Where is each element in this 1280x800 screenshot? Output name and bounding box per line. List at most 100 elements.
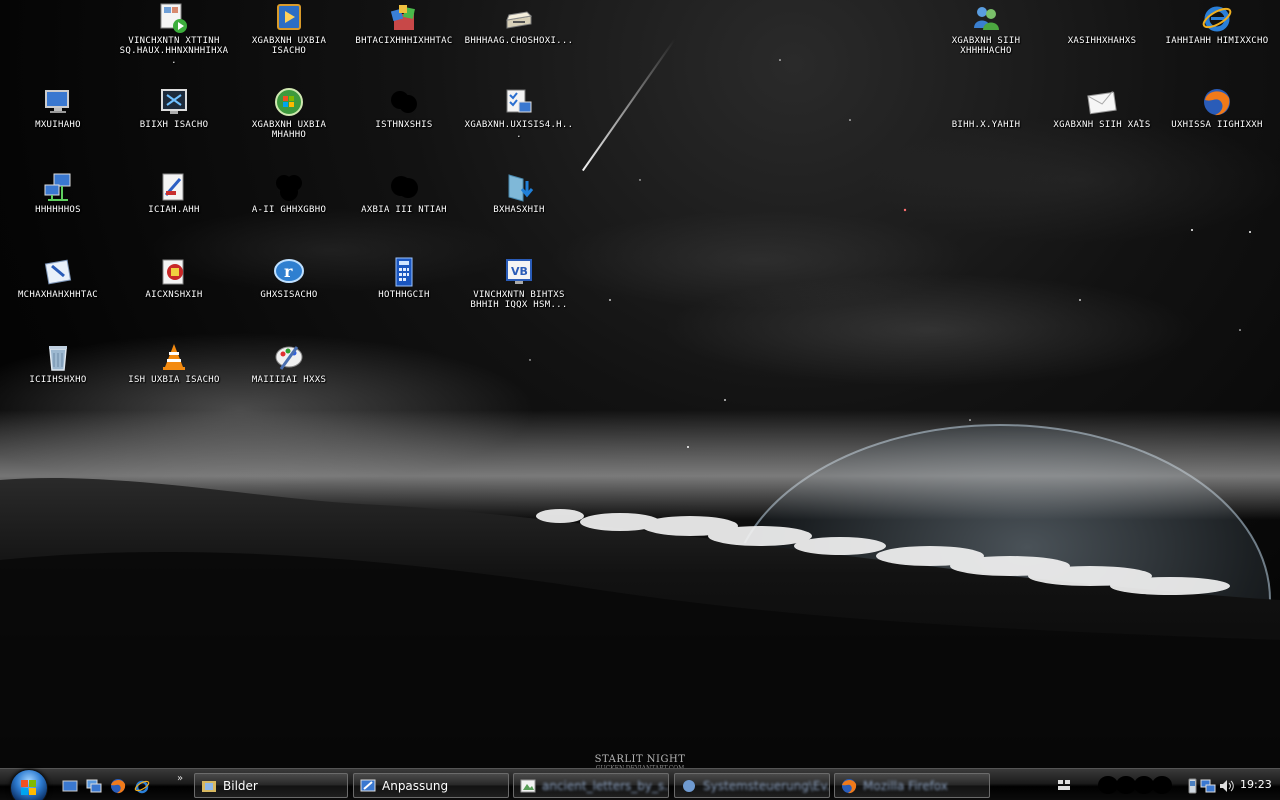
- desktop-icon[interactable]: ISTHNXSHIS: [348, 86, 460, 166]
- desktop-icon[interactable]: HHHHHHOS: [2, 171, 114, 251]
- taskbar: » Bilder Anpassung ancient_letters_by_s.…: [0, 768, 1280, 800]
- firefox-icon[interactable]: [110, 778, 126, 794]
- folder-icon: [202, 781, 216, 792]
- firefox-icon: [1201, 86, 1233, 118]
- start-button[interactable]: [10, 769, 48, 800]
- network-icon: [42, 171, 74, 203]
- contacts-icon: [970, 2, 1002, 34]
- desktop-icon[interactable]: AICXNSHXIH: [118, 256, 230, 336]
- desktop-icon[interactable]: VINCHXNTN XTTINH SQ.HAUX.HHNXNHHIHXA.: [118, 2, 230, 82]
- desktop-icon[interactable]: MCHAXHAHXHHTAC: [2, 256, 114, 336]
- desktop[interactable]: STARLIT NIGHT GUCKEN.DEVIANTART.COM VINC…: [0, 0, 1280, 800]
- visual-basic-icon: VB: [503, 256, 535, 288]
- desktop-icon[interactable]: XGABXNH SIIH XHHHHACHO: [930, 2, 1042, 82]
- internet-explorer-icon[interactable]: [134, 778, 150, 794]
- taskbar-button-label: Anpassung: [382, 779, 449, 793]
- desktop-icon[interactable]: XGABXNH.UXISIS4.H...: [463, 86, 575, 166]
- desktop-icon[interactable]: UXHISSA IIGHIXXH: [1161, 86, 1273, 166]
- taskbar-button-label: Systemsteuerung\Ev...: [703, 779, 830, 793]
- icon-label: ISTHNXSHIS: [375, 120, 433, 130]
- icon-label: AICXNSHXIH: [145, 290, 203, 300]
- icon-label: MXUIHAHO: [35, 120, 81, 130]
- personalize-icon: [360, 779, 376, 792]
- desktop-icon[interactable]: MXUIHAHO: [2, 86, 114, 166]
- calculator-icon: [388, 256, 420, 288]
- desktop-icon[interactable]: HOTHHGCIH: [348, 256, 460, 336]
- icon-label: XGABXNH.UXISIS4.H...: [464, 120, 574, 140]
- watermark-title: STARLIT NIGHT: [594, 754, 686, 765]
- desktop-icon[interactable]: XGABXNH UXBIA ISACHO: [233, 2, 345, 82]
- desktop-icon[interactable]: BXHASXHIH: [463, 171, 575, 251]
- redacted-tray-icon: [1116, 776, 1136, 794]
- icon-label: ISH UXBIA ISACHO: [128, 375, 220, 385]
- mail-icon: [1086, 86, 1118, 118]
- video-player-icon: [158, 2, 190, 34]
- phone-icon[interactable]: [1184, 778, 1200, 794]
- icon-label: GHXSISACHO: [260, 290, 318, 300]
- svg-text:r: r: [284, 262, 293, 281]
- desktop-icon[interactable]: AXBIA III NTIAH: [348, 171, 460, 251]
- image-icon: [520, 779, 536, 793]
- desktop-icon[interactable]: BIHH.X.YAHIH: [930, 86, 1042, 166]
- desktop-icon[interactable]: BIIXH ISACHO: [118, 86, 230, 166]
- icon-label: A-II GHHXGBHO: [251, 205, 327, 215]
- icon-label: XGABXNH SIIH XHHHHACHO: [951, 36, 1021, 56]
- icon-label: AXBIA III NTIAH: [361, 205, 447, 215]
- clock[interactable]: 19:23: [1240, 769, 1272, 800]
- realplayer-icon: r: [273, 256, 305, 288]
- desktop-icon[interactable]: XASIHHXHAHXS: [1046, 2, 1158, 82]
- svg-text:VB: VB: [511, 265, 528, 278]
- desktop-icon[interactable]: IAHHIAHH HIMIXXCHO: [1161, 2, 1273, 82]
- desktop-icon[interactable]: ICIAH.AHH: [118, 171, 230, 251]
- taskbar-button-image[interactable]: ancient_letters_by_s...: [513, 773, 669, 798]
- icon-label: IAHHIAHH HIMIXXCHO: [1165, 36, 1269, 46]
- icon-label: HOTHHGCIH: [378, 290, 430, 300]
- notepad-icon: [42, 256, 74, 288]
- switch-windows-icon[interactable]: [86, 778, 102, 794]
- vlc-icon: [158, 341, 190, 373]
- icon-label: MCHAXHAHXHHTAC: [17, 290, 99, 300]
- download-folder-icon: [503, 171, 535, 203]
- taskbar-button-firefox[interactable]: Mozilla Firefox: [834, 773, 990, 798]
- desktop-icon[interactable]: MAIIIIAI HXXS: [233, 341, 345, 421]
- icon-label: XGABXNH UXBIA ISACHO: [251, 36, 327, 56]
- quick-launch-overflow-button[interactable]: »: [177, 773, 183, 784]
- desktop-icon[interactable]: XGABXNH UXBIA MHAHHO: [233, 86, 345, 166]
- blank-icon: [970, 86, 1002, 118]
- desktop-icon[interactable]: r GHXSISACHO: [233, 256, 345, 336]
- redacted-tray-icon: [1134, 776, 1154, 794]
- icon-label: BIIXH ISACHO: [139, 120, 209, 130]
- icon-label: BIHH.X.YAHIH: [951, 120, 1021, 130]
- redacted-tray-icon: [1098, 776, 1118, 794]
- desktop-icon[interactable]: ISH UXBIA ISACHO: [118, 341, 230, 421]
- icon-label: VINCHXNTN BIHTXS BHHIH IQQX HSM...: [470, 290, 568, 310]
- taskbar-button-control-panel[interactable]: Systemsteuerung\Ev...: [674, 773, 830, 798]
- icon-label: UXHISSA IIGHIXXH: [1171, 120, 1263, 130]
- taskbar-button-bilder[interactable]: Bilder: [194, 773, 348, 798]
- control-panel-icon: [503, 86, 535, 118]
- network-icon[interactable]: [1200, 778, 1216, 794]
- internet-explorer-icon: [1201, 2, 1233, 34]
- volume-icon[interactable]: [1218, 778, 1234, 794]
- windows-logo-icon: [21, 780, 36, 795]
- installer-icon: [388, 2, 420, 34]
- icon-label: BHHHAAG.CHOSHOXI...: [464, 36, 574, 46]
- icon-label: VINCHXNTN XTTINH SQ.HAUX.HHNXNHHIHXA.: [119, 36, 229, 66]
- windows-media-icon: [273, 86, 305, 118]
- control-panel-icon: [683, 780, 695, 792]
- language-bar-icon[interactable]: [1056, 777, 1072, 793]
- desktop-icon[interactable]: BHHHAAG.CHOSHOXI...: [463, 2, 575, 82]
- icon-label: MAIIIIAI HXXS: [251, 375, 327, 385]
- desktop-icon[interactable]: BHTACIXHHHIXHHTAC: [348, 2, 460, 82]
- taskbar-button-anpassung[interactable]: Anpassung: [353, 773, 509, 798]
- icon-label: ICIIHSHXHO: [29, 375, 87, 385]
- desktop-icon[interactable]: VB VINCHXNTN BIHTXS BHHIH IQQX HSM...: [463, 256, 575, 336]
- desktop-icon[interactable]: A-II GHHXGBHO: [233, 171, 345, 251]
- desktop-icon[interactable]: ICIIHSHXHO: [2, 341, 114, 421]
- show-desktop-icon[interactable]: [62, 778, 78, 794]
- icon-label: XASIHHXHAHXS: [1067, 36, 1137, 46]
- security-tool-icon: [158, 256, 190, 288]
- icon-label: ICIAH.AHH: [148, 205, 200, 215]
- desktop-icon[interactable]: XGABXNH SIIH XAIS: [1046, 86, 1158, 166]
- redacted-icon: [273, 171, 305, 203]
